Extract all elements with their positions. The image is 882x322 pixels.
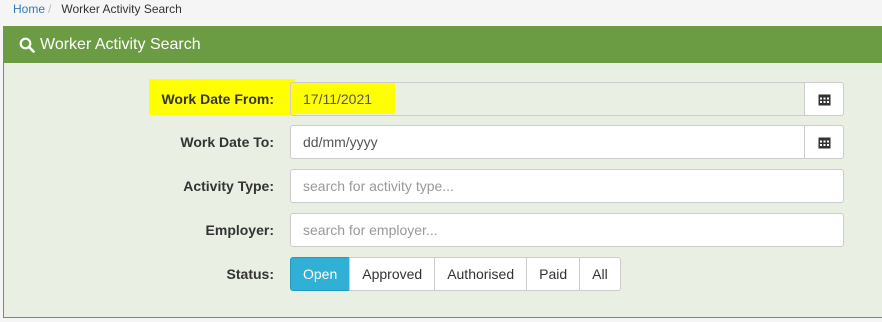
- form-row-work-date-from: Work Date From: 17/11/2021: [4, 79, 882, 116]
- work-date-from-calendar-button[interactable]: [804, 82, 844, 116]
- work-date-to-input[interactable]: dd/mm/yyyy: [290, 125, 805, 159]
- search-panel: Worker Activity Search Work Date From: 1…: [3, 26, 882, 318]
- work-date-to-label: Work Date To:: [180, 134, 274, 150]
- employer-input[interactable]: search for employer...: [290, 213, 844, 247]
- breadcrumb-home-link[interactable]: Home: [13, 2, 45, 16]
- activity-type-input[interactable]: search for activity type...: [290, 169, 844, 203]
- form-row-status: Status: Open Approved Authorised Paid Al…: [4, 257, 882, 291]
- breadcrumb-separator: /: [48, 2, 52, 16]
- status-paid-button[interactable]: Paid: [526, 257, 581, 291]
- calendar-icon: [818, 94, 830, 105]
- form-row-work-date-to: Work Date To: dd/mm/yyyy: [4, 125, 882, 159]
- status-label: Status:: [226, 266, 274, 282]
- panel-heading: Worker Activity Search: [4, 27, 882, 63]
- breadcrumb-current: Worker Activity Search: [61, 2, 182, 16]
- status-all-button[interactable]: All: [579, 257, 621, 291]
- form-row-activity-type: Activity Type: search for activity type.…: [4, 169, 882, 203]
- work-date-from-input[interactable]: 17/11/2021: [290, 82, 805, 116]
- activity-type-label: Activity Type:: [183, 178, 274, 194]
- status-button-group: Open Approved Authorised Paid All: [290, 257, 621, 291]
- search-icon: [19, 37, 35, 53]
- status-open-button[interactable]: Open: [290, 257, 351, 291]
- employer-label: Employer:: [205, 222, 274, 238]
- work-date-to-calendar-button[interactable]: [804, 125, 844, 159]
- form-row-employer: Employer: search for employer...: [4, 213, 882, 247]
- work-date-from-label: Work Date From:: [161, 91, 274, 107]
- breadcrumb: Home / Worker Activity Search: [0, 0, 882, 22]
- calendar-icon: [818, 137, 830, 148]
- panel-title: Worker Activity Search: [40, 36, 201, 53]
- status-approved-button[interactable]: Approved: [349, 257, 436, 291]
- status-authorised-button[interactable]: Authorised: [434, 257, 528, 291]
